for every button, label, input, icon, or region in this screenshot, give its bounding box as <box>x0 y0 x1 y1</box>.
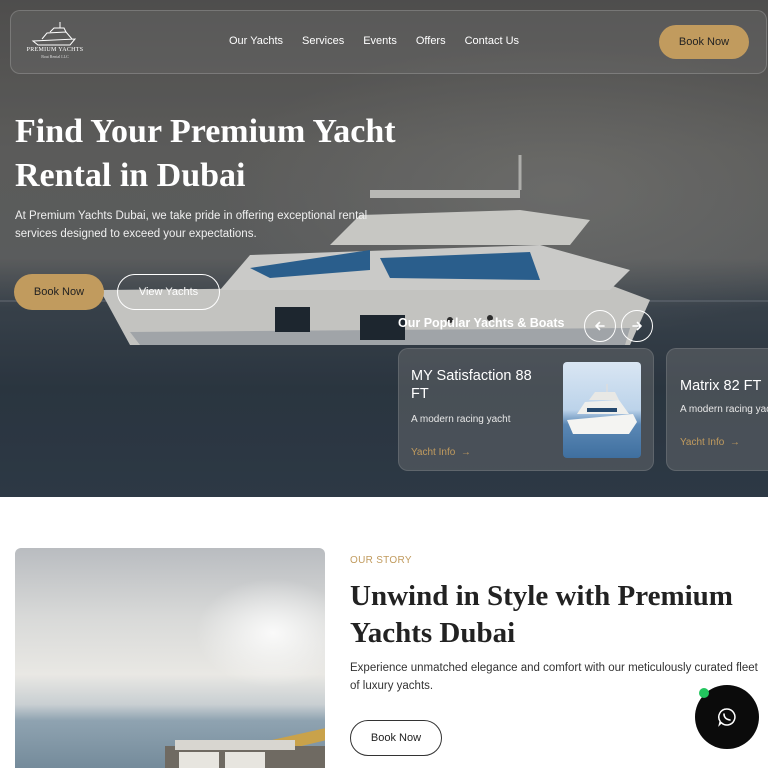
arrow-left-icon <box>595 321 605 331</box>
arrow-right-icon <box>632 321 642 331</box>
brand-logo[interactable]: PREMIUM YACHTS Boat Rental LLC <box>25 21 85 67</box>
popular-yachts-heading: Our Popular Yachts & Boats <box>398 316 565 330</box>
top-navbar: PREMIUM YACHTS Boat Rental LLC Our Yacht… <box>10 10 767 74</box>
yacht-card[interactable]: Matrix 82 FT A modern racing yacht Yacht… <box>666 348 768 471</box>
yacht-deck-photo <box>165 728 325 768</box>
nav-link-services[interactable]: Services <box>302 35 344 47</box>
nav-link-contact-us[interactable]: Contact Us <box>465 35 519 47</box>
online-status-dot <box>699 688 709 698</box>
yacht-card-name: Matrix 82 FT <box>680 378 762 394</box>
yacht-info-label: Yacht Info <box>411 447 456 458</box>
yacht-card-image <box>563 362 641 458</box>
yacht-info-label: Yacht Info <box>680 437 725 448</box>
yacht-logo-icon <box>31 22 77 46</box>
story-image-cloud <box>195 578 325 688</box>
nav-link-offers[interactable]: Offers <box>416 35 446 47</box>
story-label: OUR STORY <box>350 555 412 566</box>
yacht-photo <box>567 384 637 434</box>
yacht-info-link[interactable]: Yacht Info → <box>680 437 740 448</box>
logo-text: PREMIUM YACHTS <box>26 47 84 53</box>
logo-subtext: Boat Rental LLC <box>41 54 69 59</box>
story-book-now-button[interactable]: Book Now <box>350 720 442 756</box>
view-yachts-button[interactable]: View Yachts <box>117 274 220 310</box>
carousel-next-button[interactable] <box>621 310 653 342</box>
main-menu: Our Yachts Services Events Offers Contac… <box>229 35 538 47</box>
yacht-card-description: A modern racing yacht <box>680 404 768 415</box>
hero-title: Find Your Premium Yacht Rental in Dubai <box>15 113 396 194</box>
yacht-card[interactable]: MY Satisfaction 88 FT A modern racing ya… <box>398 348 654 471</box>
whatsapp-icon <box>718 708 736 727</box>
yacht-card-name: MY Satisfaction 88 FT <box>411 368 532 402</box>
hero-description: At Premium Yachts Dubai, we take pride i… <box>15 210 368 240</box>
arrow-right-icon: → <box>727 437 740 448</box>
hero-book-now-button[interactable]: Book Now <box>14 274 104 310</box>
nav-link-events[interactable]: Events <box>363 35 397 47</box>
yacht-card-description: A modern racing yacht <box>411 414 511 425</box>
story-image <box>15 548 325 768</box>
nav-book-now-button[interactable]: Book Now <box>659 25 749 59</box>
carousel-prev-button[interactable] <box>584 310 616 342</box>
arrow-right-icon: → <box>458 447 471 458</box>
nav-link-our-yachts[interactable]: Our Yachts <box>229 35 283 47</box>
yacht-info-link[interactable]: Yacht Info → <box>411 447 471 458</box>
story-title: Unwind in Style with Premium Yachts Duba… <box>350 580 733 649</box>
